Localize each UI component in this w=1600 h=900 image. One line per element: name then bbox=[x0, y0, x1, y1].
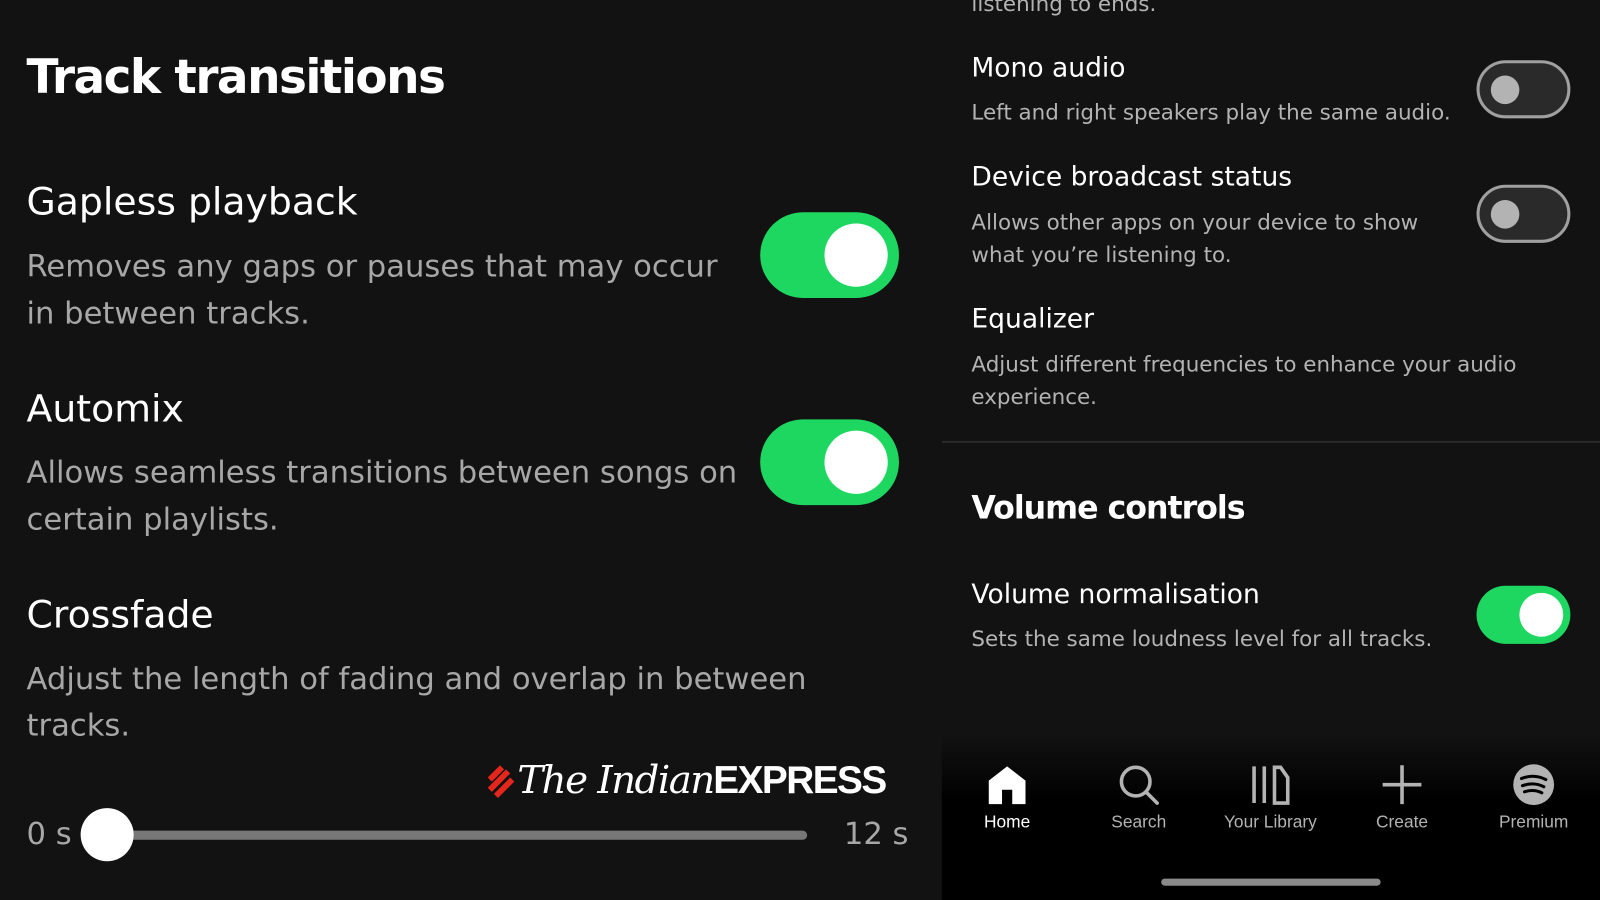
cut-description: listening to ends. bbox=[971, 0, 1157, 17]
home-indicator bbox=[1161, 878, 1381, 886]
setting-title: Volume normalisation bbox=[971, 579, 1260, 611]
slider-min-label: 0 s bbox=[26, 816, 72, 853]
device-broadcast-toggle[interactable] bbox=[1476, 184, 1571, 243]
automix-toggle[interactable] bbox=[760, 419, 899, 506]
nav-search[interactable]: Search bbox=[1078, 763, 1200, 832]
slider-max-label: 12 s bbox=[843, 816, 909, 853]
search-icon bbox=[1119, 765, 1159, 805]
setting-description: Allows seamless transitions between song… bbox=[26, 455, 738, 538]
setting-description: Adjust the length of fading and overlap … bbox=[26, 661, 807, 744]
setting-title: Gapless playback bbox=[26, 179, 358, 224]
setting-title: Crossfade bbox=[26, 592, 214, 637]
mono-audio-toggle[interactable] bbox=[1476, 60, 1571, 119]
library-icon bbox=[1252, 765, 1290, 805]
plus-icon bbox=[1382, 765, 1422, 805]
toggle-knob bbox=[1519, 592, 1564, 637]
setting-description: Left and right speakers play the same au… bbox=[971, 99, 1451, 125]
nav-your-library[interactable]: Your Library bbox=[1209, 763, 1331, 832]
nav-home[interactable]: Home bbox=[946, 763, 1068, 832]
nav-create[interactable]: Create bbox=[1341, 763, 1463, 832]
bottom-nav: Home Search Your Library Create Premium bbox=[941, 734, 1600, 900]
setting-description: Sets the same loudness level for all tra… bbox=[971, 626, 1433, 652]
volume-section-title: Volume controls bbox=[971, 489, 1245, 527]
spotify-icon bbox=[1513, 764, 1555, 806]
setting-title: Mono audio bbox=[971, 53, 1126, 84]
track-transitions-panel: Track transitions Gapless playback Remov… bbox=[0, 0, 942, 900]
toggle-knob bbox=[824, 430, 888, 494]
logo-stripes-icon bbox=[487, 765, 515, 798]
toggle-knob bbox=[824, 223, 888, 287]
crossfade-slider[interactable] bbox=[80, 808, 808, 862]
audio-settings-panel: listening to ends. Mono audio Left and r… bbox=[941, 0, 1600, 900]
setting-description: Allows other apps on your device to show… bbox=[971, 210, 1419, 268]
setting-title: Equalizer bbox=[971, 304, 1094, 335]
setting-description: Removes any gaps or pauses that may occu… bbox=[26, 248, 718, 332]
gapless-playback-toggle[interactable] bbox=[760, 212, 899, 298]
home-icon bbox=[988, 766, 1026, 805]
setting-title: Device broadcast status bbox=[971, 162, 1293, 193]
volume-normalisation-toggle[interactable] bbox=[1476, 585, 1571, 644]
slider-thumb[interactable] bbox=[80, 808, 134, 862]
setting-title: Automix bbox=[26, 386, 184, 431]
nav-premium[interactable]: Premium bbox=[1472, 763, 1594, 832]
setting-description: Adjust different frequencies to enhance … bbox=[971, 352, 1517, 410]
toggle-knob bbox=[1490, 75, 1520, 105]
section-title: Track transitions bbox=[26, 48, 446, 105]
toggle-knob bbox=[1490, 199, 1520, 229]
section-divider bbox=[941, 440, 1600, 443]
